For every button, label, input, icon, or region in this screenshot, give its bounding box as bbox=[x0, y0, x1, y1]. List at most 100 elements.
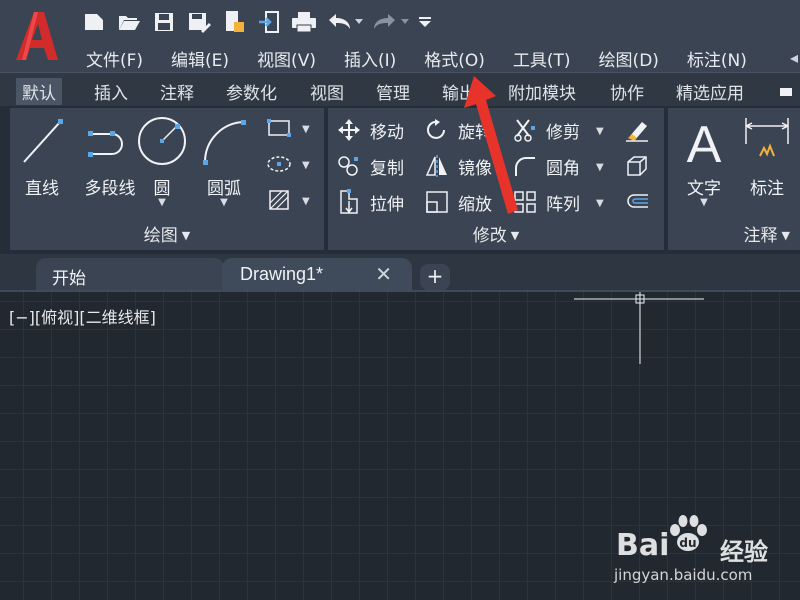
ribbon-tab-annotate[interactable]: 注释 bbox=[160, 79, 194, 104]
menu-dimension[interactable]: 标注(N) bbox=[673, 46, 761, 71]
customize-icon[interactable] bbox=[417, 8, 433, 36]
line-label: 直线 bbox=[25, 179, 59, 199]
array-dropdown-icon[interactable]: ▼ bbox=[596, 198, 604, 209]
menu-view[interactable]: 视图(V) bbox=[243, 46, 330, 71]
menu-insert[interactable]: 插入(I) bbox=[330, 46, 410, 71]
ribbon-tab-manage[interactable]: 管理 bbox=[376, 79, 410, 104]
dimension-tool[interactable]: 标注 bbox=[738, 114, 796, 199]
panel-draw: 直线 多段线 圆 ▼ 圆弧 ▼ ▼ ▼ ▼ 绘图 ▼ bbox=[10, 108, 324, 250]
ribbon-tab-featured-apps[interactable]: 精选应用 bbox=[676, 79, 744, 104]
ribbon: 直线 多段线 圆 ▼ 圆弧 ▼ ▼ ▼ ▼ 绘图 ▼ 移动 旋转 修剪 ▼ 复制… bbox=[0, 106, 800, 254]
watermark-brand: Bai bbox=[616, 528, 670, 563]
explode-tool[interactable] bbox=[624, 152, 650, 180]
mirror-icon bbox=[424, 153, 450, 179]
panel-draw-title[interactable]: 绘图 ▼ bbox=[10, 221, 324, 246]
ribbon-tab-default[interactable]: 默认 bbox=[16, 78, 62, 105]
undo-icon[interactable] bbox=[325, 8, 353, 36]
circle-dropdown-icon[interactable]: ▼ bbox=[134, 197, 190, 208]
print-icon[interactable] bbox=[290, 8, 318, 36]
circle-label: 圆 bbox=[153, 179, 171, 199]
polyline-icon bbox=[88, 131, 123, 157]
trim-dropdown-icon[interactable]: ▼ bbox=[596, 126, 604, 137]
panel-annotation: A 文字 ▼ 标注 注释 ▼ bbox=[668, 108, 800, 250]
ribbon-tab-collaborate[interactable]: 协作 bbox=[610, 79, 644, 104]
menu-draw[interactable]: 绘图(D) bbox=[585, 46, 673, 71]
file-tab-start[interactable]: 开始 bbox=[36, 258, 224, 292]
stretch-tool[interactable]: 拉伸 bbox=[336, 188, 404, 216]
line-tool[interactable]: 直线 bbox=[14, 114, 70, 199]
ribbon-tab-parametric[interactable]: 参数化 bbox=[226, 79, 277, 104]
share-icon[interactable] bbox=[255, 8, 283, 36]
menu-format[interactable]: 格式(O) bbox=[410, 46, 499, 71]
ribbon-tab-insert[interactable]: 插入 bbox=[94, 79, 128, 104]
stretch-icon bbox=[336, 189, 362, 215]
dimension-label: 标注 bbox=[750, 179, 784, 199]
open-from-cloud-icon[interactable] bbox=[220, 8, 248, 36]
file-tab-bar: 开始 Drawing1* ✕ + bbox=[0, 254, 800, 292]
menu-file[interactable]: 文件(F) bbox=[72, 46, 157, 71]
menu-overflow-icon[interactable]: ◂ bbox=[790, 48, 798, 67]
drawing-canvas[interactable]: [−][俯视][二维线框] du Bai 经验 jingyan.baidu.co… bbox=[0, 292, 800, 600]
quick-access-toolbar bbox=[80, 8, 433, 36]
array-label: 阵列 bbox=[546, 194, 580, 215]
arc-label: 圆弧 bbox=[207, 179, 241, 199]
offset-icon bbox=[624, 189, 650, 215]
new-tab-button[interactable]: + bbox=[420, 264, 450, 290]
redo-dropdown-icon[interactable] bbox=[400, 8, 410, 36]
rectangle-icon bbox=[266, 115, 292, 141]
fillet-dropdown-icon[interactable]: ▼ bbox=[596, 162, 604, 173]
arc-dropdown-icon[interactable]: ▼ bbox=[196, 197, 252, 208]
close-tab-icon[interactable]: ✕ bbox=[375, 262, 392, 286]
save-icon[interactable] bbox=[150, 8, 178, 36]
circle-tool[interactable]: 圆 ▼ bbox=[134, 114, 190, 208]
panel-annotation-title[interactable]: 注释 ▼ bbox=[668, 221, 800, 246]
svg-text:A: A bbox=[687, 116, 722, 168]
text-tool[interactable]: A 文字 ▼ bbox=[676, 114, 732, 208]
save-as-icon[interactable] bbox=[185, 8, 213, 36]
erase-icon bbox=[624, 117, 650, 143]
stretch-label: 拉伸 bbox=[370, 194, 404, 215]
ellipse-dropdown-icon[interactable]: ▼ bbox=[302, 160, 310, 171]
rectangle-dropdown-icon[interactable]: ▼ bbox=[302, 124, 310, 135]
redo-icon[interactable] bbox=[371, 8, 399, 36]
panel-modify-title[interactable]: 修改 ▼ bbox=[328, 221, 664, 246]
menu-bar: 文件(F) 编辑(E) 视图(V) 插入(I) 格式(O) 工具(T) 绘图(D… bbox=[72, 44, 761, 72]
undo-dropdown-icon[interactable] bbox=[354, 8, 364, 36]
viewport-controls-label[interactable]: [−][俯视][二维线框] bbox=[9, 304, 156, 328]
text-dropdown-icon[interactable]: ▼ bbox=[676, 197, 732, 208]
arc-tool[interactable]: 圆弧 ▼ bbox=[196, 114, 252, 208]
baidu-jingyan-watermark: du Bai 经验 jingyan.baidu.com bbox=[612, 514, 797, 584]
hatch-tool[interactable] bbox=[266, 186, 292, 214]
watermark-url: jingyan.baidu.com bbox=[614, 566, 753, 584]
crosshair-cursor-icon bbox=[574, 292, 704, 364]
copy-tool[interactable]: 复制 bbox=[336, 152, 404, 180]
ribbon-toggle-icon[interactable] bbox=[780, 88, 792, 96]
erase-tool[interactable] bbox=[624, 116, 650, 144]
open-icon[interactable] bbox=[115, 8, 143, 36]
autocad-logo-icon[interactable] bbox=[12, 8, 62, 64]
dimension-icon bbox=[745, 118, 789, 157]
text-icon: A bbox=[687, 116, 722, 174]
paw-logo-icon: du bbox=[670, 515, 707, 551]
hatch-icon bbox=[266, 187, 292, 213]
ribbon-tab-view[interactable]: 视图 bbox=[310, 79, 344, 104]
menu-edit[interactable]: 编辑(E) bbox=[157, 46, 243, 71]
copy-label: 复制 bbox=[370, 158, 404, 179]
hatch-dropdown-icon[interactable]: ▼ bbox=[302, 196, 310, 207]
circle-icon bbox=[138, 117, 186, 165]
move-tool[interactable]: 移动 bbox=[336, 116, 404, 144]
rectangle-tool[interactable] bbox=[266, 114, 292, 142]
ellipse-tool[interactable] bbox=[266, 150, 292, 178]
annotation-arrow-icon bbox=[464, 76, 518, 214]
menu-tools[interactable]: 工具(T) bbox=[499, 46, 585, 71]
move-icon bbox=[336, 117, 362, 143]
file-tab-drawing1-label: Drawing1* bbox=[240, 264, 324, 284]
offset-tool[interactable] bbox=[624, 188, 650, 216]
copy-icon bbox=[336, 153, 362, 179]
new-file-icon[interactable] bbox=[80, 8, 108, 36]
file-tab-drawing1[interactable]: Drawing1* ✕ bbox=[222, 258, 412, 292]
fillet-label: 圆角 bbox=[546, 158, 580, 179]
watermark-brand-cn: 经验 bbox=[720, 538, 768, 566]
line-icon bbox=[23, 119, 63, 163]
move-label: 移动 bbox=[370, 122, 404, 143]
